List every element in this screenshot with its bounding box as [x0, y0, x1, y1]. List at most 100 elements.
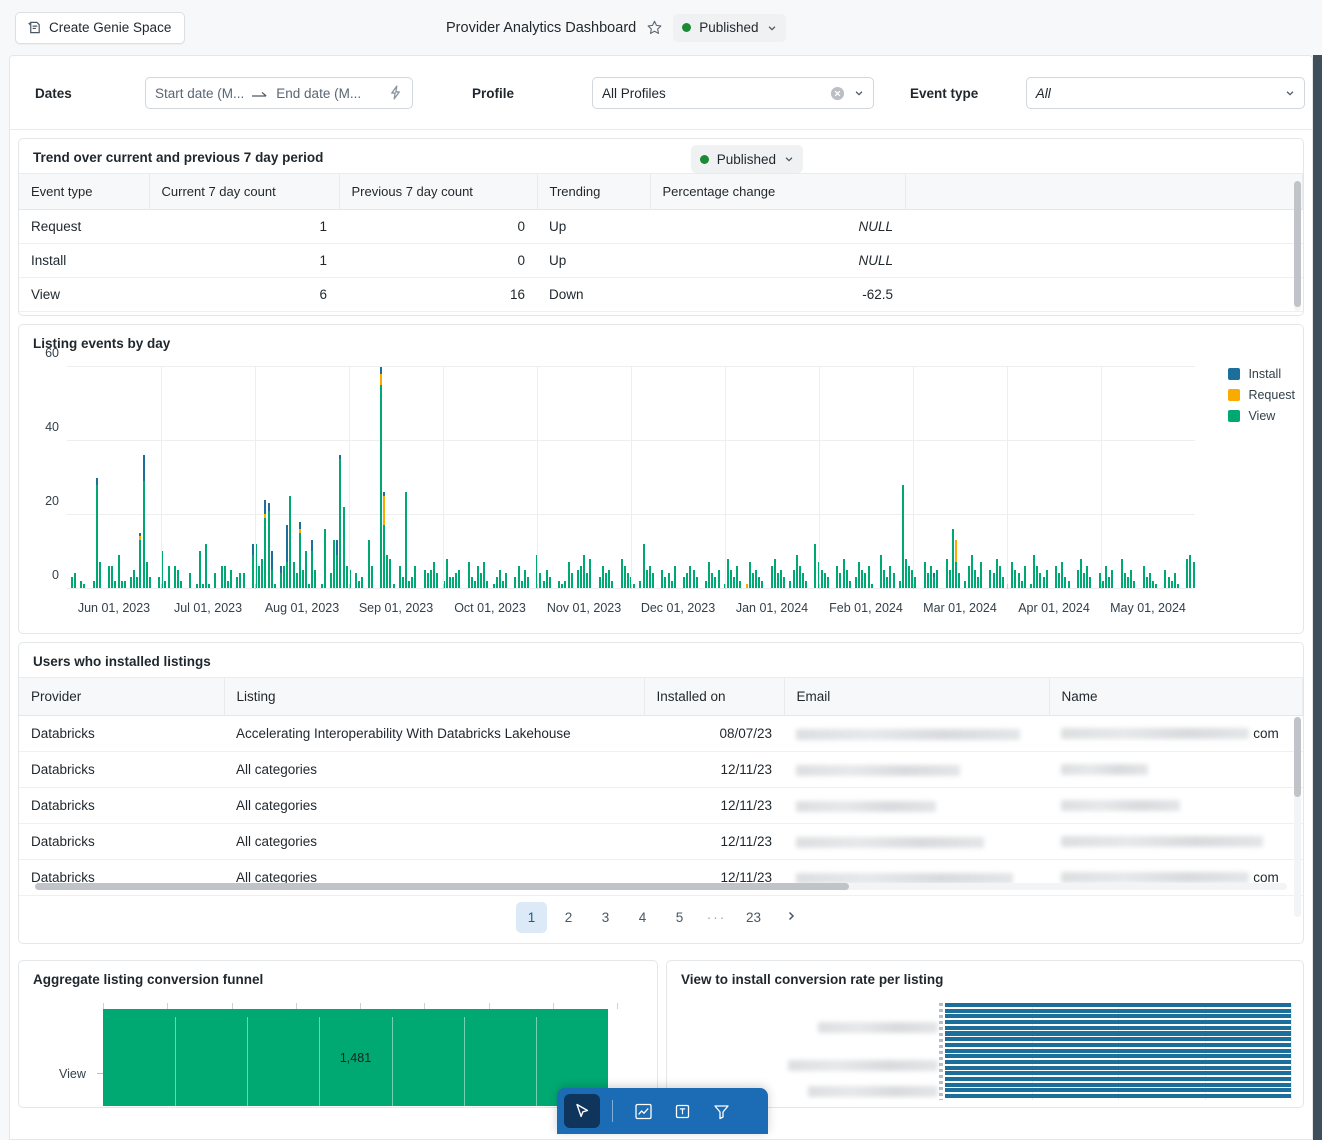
- filter-tool-button[interactable]: [703, 1094, 739, 1128]
- table-row[interactable]: Install 1 0 Up NULL: [19, 243, 1303, 278]
- chart-x-tick-label: Jun 01, 2023: [77, 601, 151, 615]
- users-col-provider[interactable]: Provider: [19, 677, 225, 716]
- legend-item-install[interactable]: Install: [1228, 367, 1295, 381]
- table-row[interactable]: Databricks All categories 12/11/23: [19, 787, 1303, 824]
- users-col-listing[interactable]: Listing: [224, 677, 645, 716]
- chart-tool-button[interactable]: [625, 1094, 661, 1128]
- lightning-bolt-icon[interactable]: [388, 85, 403, 101]
- redacted-name: [1061, 800, 1181, 811]
- conversion-bar[interactable]: [945, 1076, 1291, 1082]
- status-badge[interactable]: Published: [673, 13, 786, 42]
- table-row[interactable]: View 6 16 Down -62.5: [19, 277, 1303, 312]
- conversion-bar[interactable]: [945, 1094, 1291, 1099]
- trend-status-badge[interactable]: Published: [690, 145, 803, 173]
- page-button-1[interactable]: 1: [516, 902, 547, 933]
- funnel-gridline: [175, 1017, 177, 1112]
- redacted-email: [796, 728, 1021, 740]
- funnel-bar-view[interactable]: 1,481: [103, 1009, 608, 1112]
- chart-bar-segment: [1192, 562, 1195, 588]
- conversion-bar[interactable]: [945, 1054, 1291, 1059]
- trend-col-previous[interactable]: Previous 7 day count: [339, 173, 538, 210]
- table-row[interactable]: Databricks Accelerating Interoperability …: [19, 715, 1303, 752]
- filter-event-type: Event type All: [892, 62, 1306, 124]
- page-button-last[interactable]: 23: [738, 902, 769, 933]
- cell-blank: [905, 209, 1303, 244]
- date-range-input[interactable]: Start date (M... End date (M...: [145, 77, 413, 109]
- table-row[interactable]: Databricks All categories 12/11/23: [19, 751, 1303, 788]
- pointer-tool-button[interactable]: [564, 1094, 600, 1128]
- dates-label: Dates: [35, 85, 72, 101]
- trend-card: Trend over current and previous 7 day pe…: [18, 138, 1304, 316]
- profile-select[interactable]: All Profiles: [592, 77, 874, 109]
- users-col-name[interactable]: Name: [1049, 677, 1303, 716]
- conversion-bar[interactable]: [945, 1003, 1291, 1008]
- conversion-bar[interactable]: [945, 1071, 1291, 1076]
- conversion-bar[interactable]: [945, 1082, 1291, 1087]
- conversion-bar[interactable]: [945, 1014, 1291, 1019]
- funnel-value-label: 1,481: [339, 1050, 372, 1065]
- table-row[interactable]: Databricks All categories 12/11/23 com: [19, 859, 1303, 896]
- trend-col-pct[interactable]: Percentage change: [650, 173, 906, 210]
- cell-installed-on: 12/11/23: [644, 751, 784, 788]
- conversion-bar[interactable]: [945, 1031, 1291, 1036]
- chart-x-tick-label: Mar 01, 2024: [923, 601, 997, 615]
- trend-col-trending[interactable]: Trending: [537, 173, 651, 210]
- conversion-bar[interactable]: [945, 1059, 1291, 1064]
- trend-col-current[interactable]: Current 7 day count: [149, 173, 340, 210]
- chart-x-tick-mark: [1007, 584, 1008, 589]
- users-col-installed-on[interactable]: Installed on: [644, 677, 785, 716]
- clear-circle-icon[interactable]: [830, 86, 845, 101]
- conversion-bar[interactable]: [945, 1048, 1291, 1053]
- conversion-bar[interactable]: [945, 1020, 1291, 1025]
- conversion-chart[interactable]: [667, 995, 1303, 1100]
- table-row[interactable]: Request 1 0 Up NULL: [19, 209, 1303, 244]
- conversion-gridline: [1291, 1003, 1292, 1100]
- conversion-bar[interactable]: [945, 1037, 1291, 1042]
- page-scrollbar[interactable]: [1313, 55, 1322, 1140]
- conversion-bar[interactable]: [945, 1008, 1291, 1013]
- event-type-select[interactable]: All: [1025, 77, 1305, 109]
- users-table-scrollbar[interactable]: [1294, 717, 1301, 917]
- textbox-tool-button[interactable]: [664, 1094, 700, 1128]
- cell-trending: Up: [537, 243, 650, 278]
- conversion-bar[interactable]: [945, 1088, 1291, 1093]
- chart-x-tick-mark: [913, 584, 914, 589]
- next-page-button[interactable]: [775, 902, 806, 933]
- page-button-2[interactable]: 2: [553, 902, 584, 933]
- users-card-title: Users who installed listings: [33, 654, 211, 669]
- dashboard-page: Create Genie Space Provider Analytics Da…: [0, 0, 1322, 1140]
- users-table-hscrollbar[interactable]: [35, 883, 1287, 890]
- funnel-gridline: [463, 1017, 465, 1112]
- create-genie-space-button[interactable]: Create Genie Space: [15, 11, 186, 44]
- users-table-wrap: Provider Listing Installed on Email Name…: [19, 677, 1303, 917]
- page-button-5[interactable]: 5: [664, 902, 695, 933]
- page-button-3[interactable]: 3: [590, 902, 621, 933]
- chart-title: Listing events by day: [33, 336, 171, 351]
- filter-funnel-icon: [712, 1102, 731, 1121]
- conversion-y-label: [828, 1099, 938, 1100]
- trend-col-blank: [905, 173, 1303, 210]
- chart-plot[interactable]: 0 20 40 60 Jun 01, 2023 Jul 01, 2023 Aug 01, 2…: [45, 346, 1195, 615]
- chart-x-tick-label: Sep 01, 2023: [358, 601, 434, 615]
- start-date-placeholder: Start date (M...: [155, 85, 245, 101]
- legend-item-request[interactable]: Request: [1228, 388, 1295, 402]
- trend-table-header-row: Event type Current 7 day count Previous …: [19, 173, 1303, 210]
- chart-bar[interactable]: [1192, 367, 1195, 588]
- conversion-bar[interactable]: [945, 1042, 1291, 1047]
- chart-vertical-gridline: [819, 367, 820, 589]
- star-icon[interactable]: [646, 19, 663, 36]
- conversion-bar[interactable]: [945, 1065, 1291, 1070]
- funnel-chart[interactable]: View 1,481: [19, 995, 657, 1112]
- cell-provider: Databricks: [19, 823, 224, 860]
- trend-col-event-type[interactable]: Event type: [19, 173, 150, 210]
- chart-vertical-gridline: [349, 367, 350, 589]
- table-row[interactable]: Databricks All categories 12/11/23: [19, 823, 1303, 860]
- conversion-bar[interactable]: [945, 1025, 1291, 1030]
- cell-email: [784, 751, 1049, 788]
- trend-table-scrollbar[interactable]: [1294, 181, 1301, 311]
- legend-item-view[interactable]: View: [1228, 409, 1295, 423]
- pagination: 1 2 3 4 5 ··· 23: [19, 896, 1303, 943]
- users-col-email[interactable]: Email: [784, 677, 1050, 716]
- chart-vertical-gridline: [1101, 367, 1102, 589]
- page-button-4[interactable]: 4: [627, 902, 658, 933]
